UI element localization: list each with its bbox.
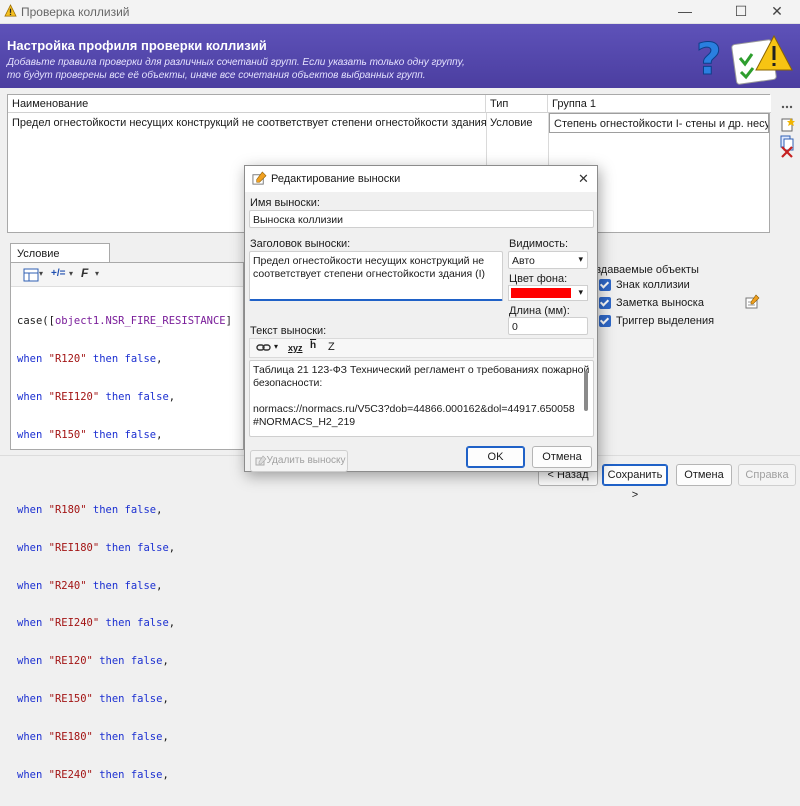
text-toolbar: ▾ xyz h Z (249, 338, 594, 358)
chevron-down-icon[interactable]: ▾ (274, 342, 278, 351)
chevron-down-icon[interactable]: ▾ (69, 269, 73, 278)
text-line: normacs://normacs.ru/V5C3?dob=44866.0001… (253, 403, 575, 415)
dialog-title: Редактирование выноски (271, 173, 401, 185)
functions-menu[interactable]: F (81, 266, 88, 280)
callout-name-label: Имя выноски: (250, 197, 320, 209)
add-rule-icon[interactable] (778, 116, 796, 134)
operators-menu[interactable]: +/= (51, 268, 65, 279)
superscript-button[interactable]: h (310, 340, 316, 351)
code-field: object1.NSR_FIRE_RESISTANCE (54, 315, 226, 328)
collision-mark-label: Знак коллизии (616, 279, 690, 291)
chevron-down-icon: ▾ (578, 254, 583, 264)
rule-type-cell[interactable]: Условие (486, 113, 548, 133)
text-line: Таблица 21 123-ФЗ Технический регламент … (253, 364, 590, 389)
code-line: when "REI180" then false, (17, 541, 176, 554)
dialog-cancel-button[interactable]: Отмена (532, 446, 592, 468)
callout-header-label: Заголовок выноски: (250, 238, 351, 250)
delete-callout-button[interactable]: Удалить выноску (250, 450, 348, 472)
length-input[interactable]: 0 (508, 317, 588, 335)
ok-button[interactable]: OK (466, 446, 525, 468)
code-line: when "RE180" then false, (17, 730, 169, 743)
save-button[interactable]: Сохранить > (602, 464, 668, 501)
text-line: #NORMACS_H2_219 (253, 416, 356, 428)
callout-text-label: Текст выноски: (250, 325, 327, 337)
help-checklist-icon: ? (696, 34, 793, 86)
app-warning-icon (4, 4, 17, 17)
created-objects-label: здаваемые объекты (596, 264, 699, 276)
tab-condition[interactable]: Условие проверки (10, 243, 110, 272)
condition-editor[interactable]: ▾ +/= ▾ F ▾ case([object1.NSR_FIRE_RESIS… (10, 262, 244, 781)
bg-color-label: Цвет фона: (509, 273, 568, 285)
close-window-button[interactable]: ✕ (754, 0, 800, 24)
column-header-group1[interactable]: Группа 1 (548, 95, 771, 113)
edit-callout-icon[interactable] (744, 294, 760, 310)
rule-group1-cell[interactable]: Степень огнестойкости I- стены и др. нес… (549, 113, 769, 133)
help-button[interactable]: Справка (738, 464, 796, 486)
code-line: when "RE240" then false, (17, 768, 169, 781)
window-title: Проверка коллизий (21, 5, 130, 19)
code-line: when "R240" then false, (17, 579, 163, 592)
svg-text:?: ? (696, 34, 722, 85)
edit-callout-dialog: Редактирование выноски ✕ Имя выноски: Вы… (244, 165, 598, 472)
callout-header-input[interactable]: Предел огнестойкости несущих конструкций… (249, 251, 503, 301)
bg-color-picker[interactable]: ▾ (508, 285, 588, 301)
code-token: case([ (17, 315, 55, 328)
selection-trigger-label: Триггер выделения (616, 315, 715, 327)
code-line: when "R120" then false, (17, 352, 163, 365)
delete-callout-label: Удалить выноску (266, 455, 346, 466)
delete-rule-icon[interactable] (778, 143, 796, 161)
code-line: when "R180" then false, (17, 504, 163, 517)
dialog-close-icon[interactable]: ✕ (578, 171, 589, 187)
callout-note-checkbox[interactable] (599, 297, 611, 309)
callout-name-input[interactable]: Выноска коллизии (249, 210, 594, 228)
rule-name-cell[interactable]: Предел огнестойкости несущих конструкций… (8, 113, 486, 133)
symbol-button[interactable]: Z (328, 341, 335, 353)
code-line: when "RE150" then false, (17, 693, 169, 705)
code-line: case([object1.NSR_FIRE_RESISTANCE] (17, 315, 232, 328)
chevron-down-icon[interactable]: ▾ (95, 269, 99, 278)
scrollbar[interactable] (584, 371, 588, 411)
banner-description: Добавьте правила проверки для различных … (7, 57, 465, 81)
condition-code[interactable]: case([object1.NSR_FIRE_RESISTANCE] when … (17, 290, 232, 806)
more-icon[interactable] (778, 98, 796, 116)
selection-trigger-checkbox[interactable] (599, 315, 611, 327)
callout-text-input[interactable]: Таблица 21 123-ФЗ Технический регламент … (249, 360, 594, 437)
visibility-value: Авто (512, 255, 535, 267)
collision-mark-checkbox[interactable] (599, 279, 611, 291)
column-header-name[interactable]: Наименование (8, 95, 486, 113)
callout-note-label: Заметка выноска (616, 297, 704, 309)
visibility-select[interactable]: Авто ▾ (508, 251, 588, 269)
minimize-button[interactable]: — (662, 0, 708, 24)
cancel-button[interactable]: Отмена (676, 464, 732, 486)
bg-color-swatch (511, 288, 571, 298)
code-token: ] (225, 315, 232, 328)
subscript-button[interactable]: xyz (288, 343, 303, 353)
text-line (253, 390, 590, 403)
column-header-type[interactable]: Тип (486, 95, 548, 113)
window-titlebar: Проверка коллизий — ☐ ✕ (0, 0, 800, 24)
chevron-down-icon[interactable]: ▾ (39, 269, 43, 278)
code-line: when "R150" then false, (17, 428, 163, 441)
length-label: Длина (мм): (509, 305, 570, 317)
table-select-icon[interactable] (23, 267, 39, 283)
chevron-down-icon: ▾ (578, 287, 583, 297)
visibility-label: Видимость: (509, 238, 569, 250)
banner-heading: Настройка профиля проверки коллизий (7, 38, 267, 53)
code-line: when "RE120" then false, (17, 655, 169, 668)
wizard-banner: Настройка профиля проверки коллизий Доба… (0, 24, 800, 88)
delete-callout-icon (255, 455, 267, 466)
dialog-titlebar: Редактирование выноски ✕ (245, 166, 597, 192)
editor-toolbar: ▾ +/= ▾ F ▾ (11, 263, 243, 287)
link-icon[interactable] (256, 342, 272, 354)
code-line: when "REI120" then false, (17, 390, 176, 403)
code-line: when "REI240" then false, (17, 617, 176, 630)
callout-pencil-icon (252, 171, 267, 185)
